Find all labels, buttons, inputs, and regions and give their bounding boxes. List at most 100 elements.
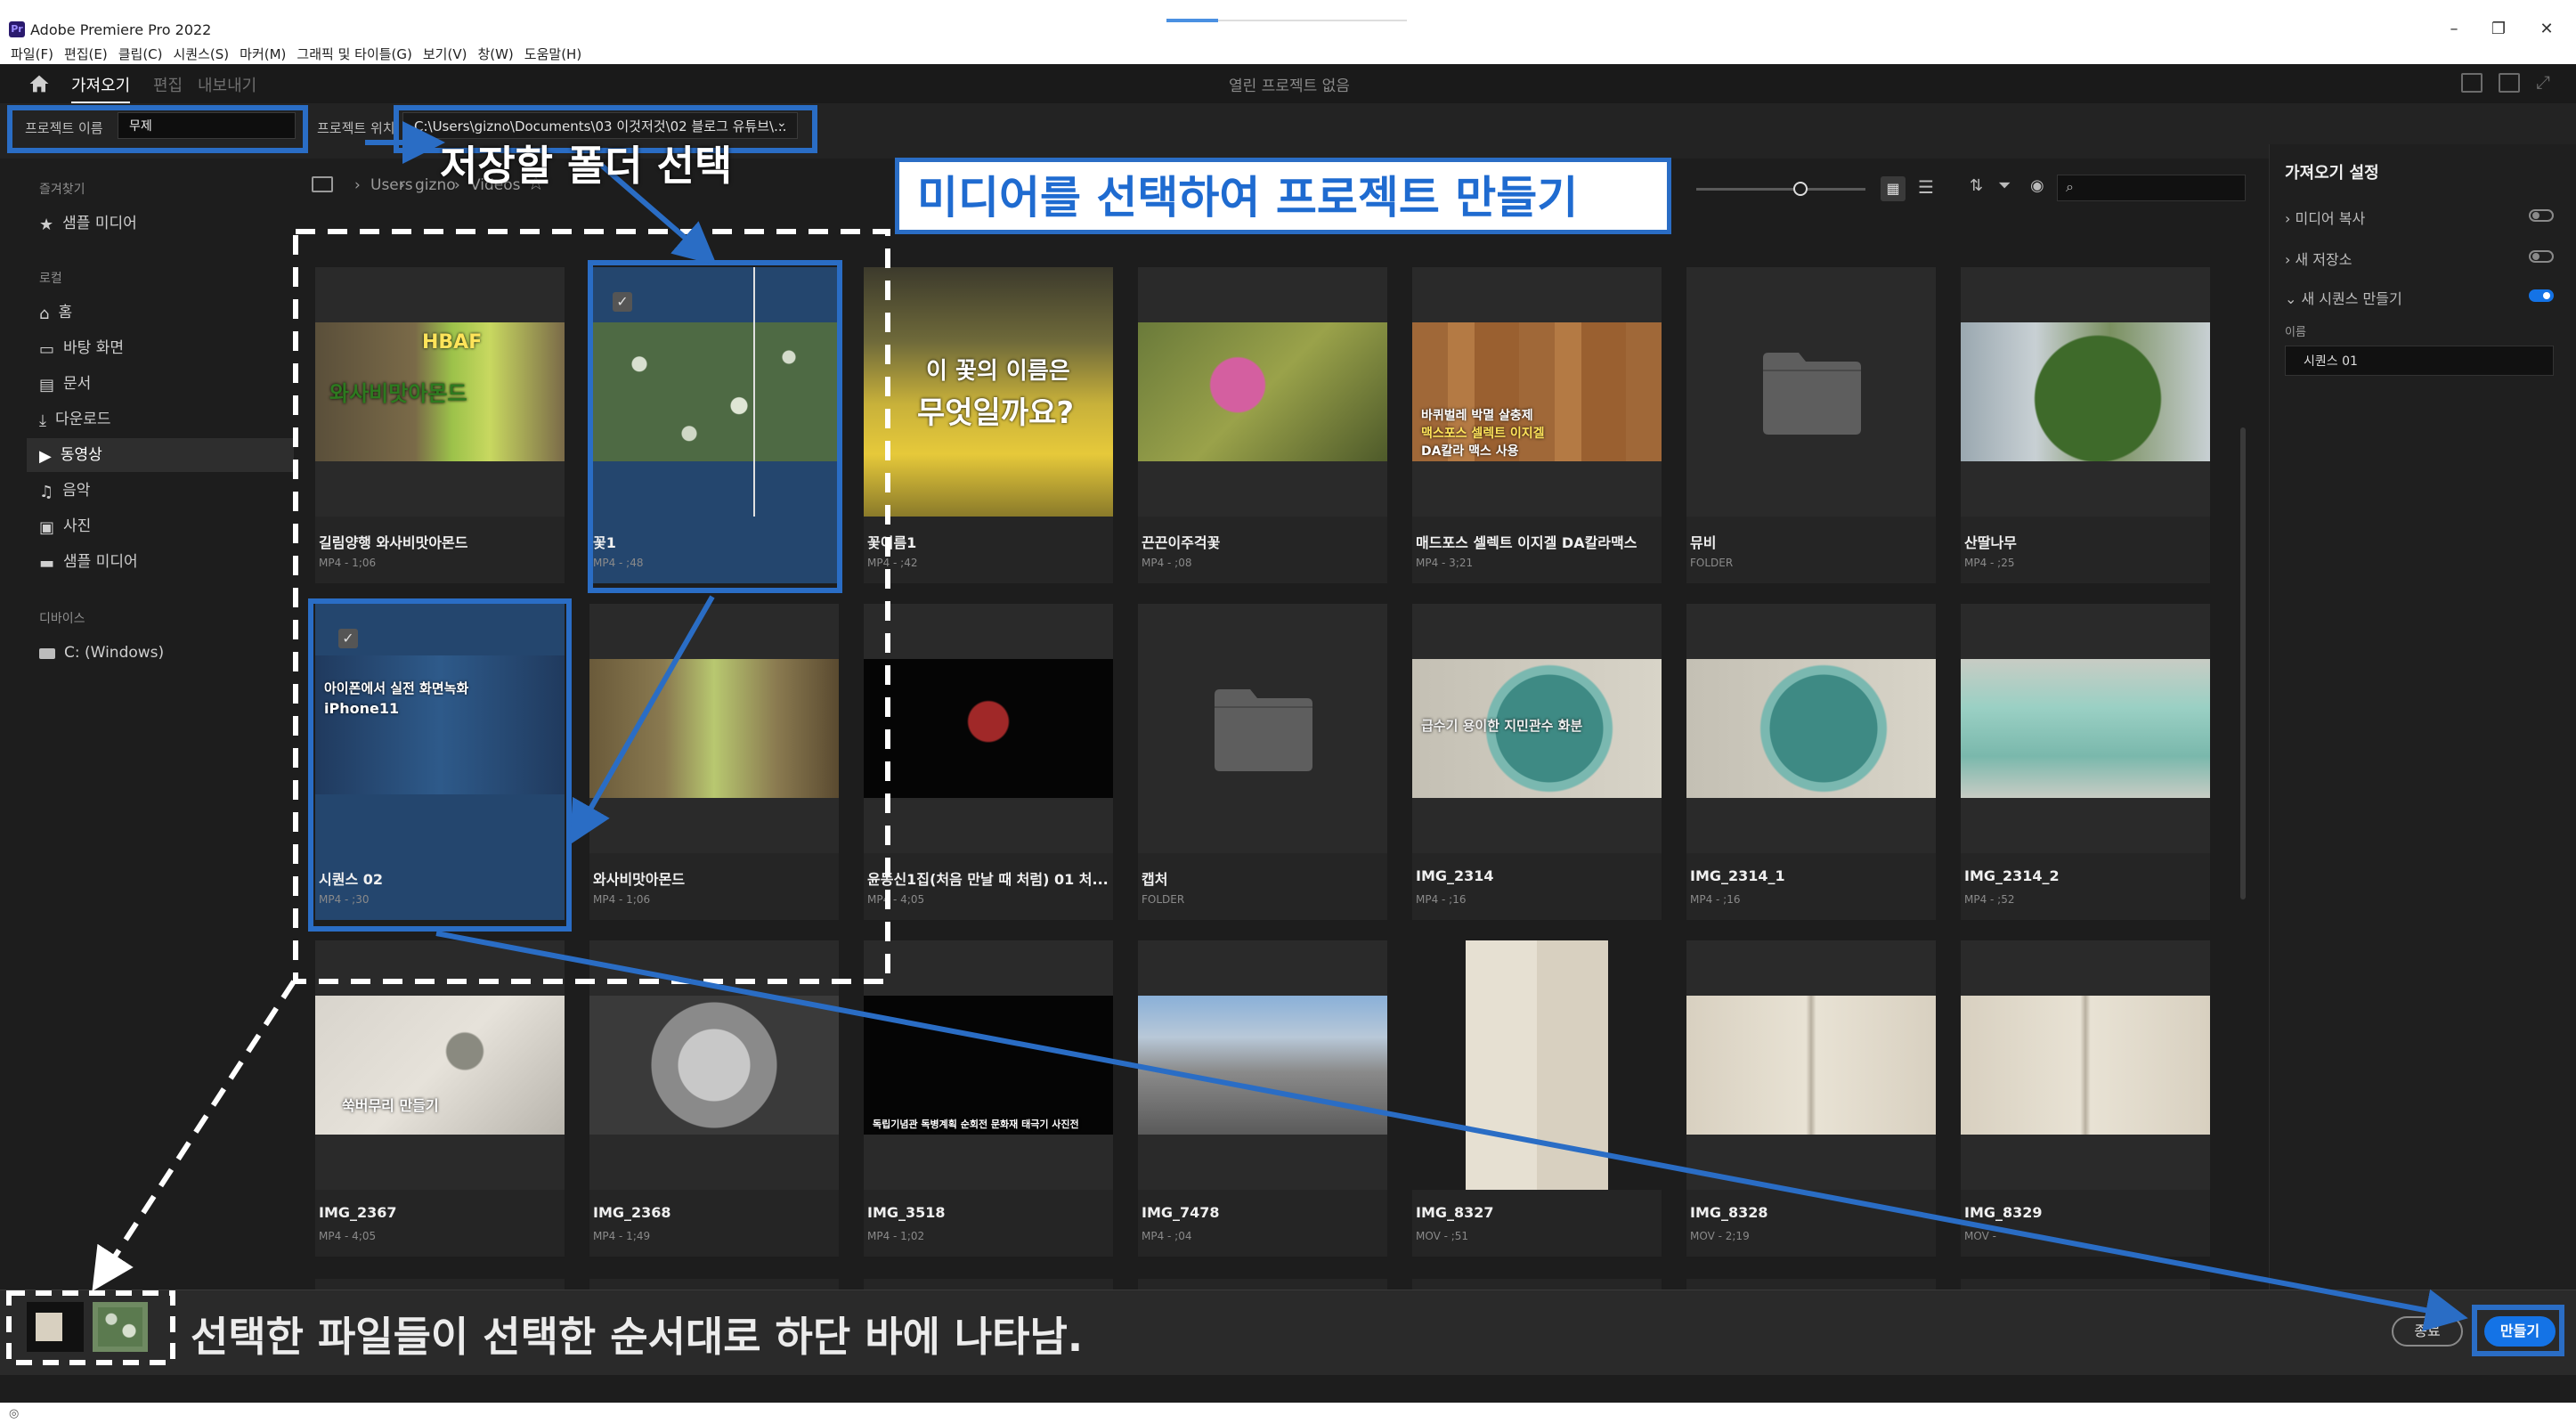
- sidebar-item-6[interactable]: ▣ 사진: [27, 509, 294, 543]
- media-tile-partial[interactable]: [1412, 1279, 1662, 1290]
- import-setting-row-1[interactable]: › 새 저장소: [2285, 248, 2552, 269]
- import-setting-row-0[interactable]: › 미디어 복사: [2285, 207, 2552, 228]
- media-name: 뮤비: [1690, 534, 1717, 551]
- cancel-button[interactable]: 종료: [2392, 1316, 2463, 1347]
- fullscreen-icon[interactable]: ⤢: [2536, 71, 2550, 93]
- media-name: 산딸나무: [1964, 534, 2017, 551]
- menu-item-3[interactable]: 시퀀스(S): [174, 45, 230, 64]
- media-tile-partial[interactable]: [1961, 1279, 2210, 1290]
- home-icon: ⌂: [39, 305, 50, 323]
- media-tile[interactable]: 캡처 FOLDER: [1138, 604, 1387, 920]
- sidebar-item-drive-c[interactable]: C: (Windows): [27, 636, 294, 670]
- media-tile-partial[interactable]: [315, 1279, 565, 1290]
- media-tile[interactable]: 뮤비 FOLDER: [1686, 267, 1936, 583]
- tab-edit[interactable]: 편집: [153, 73, 183, 96]
- sidebar-item-label: 홈: [58, 304, 73, 321]
- scrollbar[interactable]: [2240, 427, 2246, 899]
- media-meta: MOV - ;51: [1416, 1230, 1469, 1242]
- media-tile[interactable]: 독립기념관 독병계획 순회전 문화재 태극기 사진전 IMG_3518 MP4 - …: [864, 940, 1113, 1257]
- media-tile[interactable]: 윤동신1집(처음 만날 때 처럼) 01 처... MP4 - 4;05: [864, 604, 1113, 920]
- chevron-right-icon[interactable]: ›: [2285, 251, 2295, 268]
- media-tile[interactable]: 끈끈이주걱꽃 MP4 - ;08: [1138, 267, 1387, 583]
- toggle-switch[interactable]: [2529, 209, 2554, 222]
- media-tile[interactable]: HBAF 와사비맛아몬드 길림양행 와사비맛아몬드 MP4 - 1;06: [315, 267, 565, 583]
- media-tile-partial[interactable]: [1138, 1279, 1387, 1290]
- menu-item-0[interactable]: 파일(F): [11, 45, 53, 64]
- share-icon[interactable]: [2499, 73, 2520, 93]
- project-title: 열린 프로젝트 없음: [1229, 77, 1350, 95]
- sidebar-item-3[interactable]: ⤓ 다운로드: [27, 403, 294, 436]
- menu-item-4[interactable]: 마커(M): [240, 45, 286, 64]
- grid-view-icon[interactable]: ▦: [1881, 176, 1906, 201]
- menu-item-6[interactable]: 보기(V): [423, 45, 467, 64]
- menu-item-7[interactable]: 창(W): [477, 45, 513, 64]
- sidebar-item-5[interactable]: ♫ 음악: [27, 474, 294, 508]
- tab-import[interactable]: 가져오기: [71, 73, 131, 103]
- chevron-down-icon[interactable]: ⌄: [2285, 290, 2302, 307]
- home-icon[interactable]: [27, 71, 52, 96]
- list-view-icon[interactable]: ☰: [1918, 176, 1934, 198]
- tab-export[interactable]: 내보내기: [198, 73, 256, 96]
- media-name: 와사비맛아몬드: [593, 871, 686, 888]
- sort-icon[interactable]: ⇅: [1970, 176, 1983, 195]
- panel-icon[interactable]: [2461, 73, 2483, 93]
- media-tile[interactable]: IMG_8327 MOV - ;51: [1412, 940, 1662, 1257]
- menu-item-8[interactable]: 도움말(H): [524, 45, 581, 64]
- project-name-input[interactable]: 무제: [118, 112, 296, 139]
- menu-item-1[interactable]: 편집(E): [64, 45, 108, 64]
- media-tile-partial[interactable]: [1686, 1279, 1936, 1290]
- media-thumbnail: HBAF 와사비맛아몬드: [315, 322, 565, 461]
- chevron-down-icon[interactable]: ⌄: [776, 116, 787, 130]
- media-tile[interactable]: IMG_2314_2 MP4 - ;52: [1961, 604, 2210, 920]
- media-tile-partial[interactable]: [589, 1279, 839, 1290]
- chevron-right-icon[interactable]: ›: [2285, 210, 2295, 227]
- thumbnail-caption: 이 꽃의 이름은: [926, 358, 1070, 385]
- menu-item-2[interactable]: 클립(C): [118, 45, 163, 64]
- toggle-switch[interactable]: [2529, 250, 2554, 263]
- sequence-name-input[interactable]: 시퀀스 01: [2285, 346, 2554, 376]
- sidebar-item-sample-media[interactable]: ★ 샘플 미디어: [27, 207, 294, 240]
- media-tile[interactable]: IMG_8328 MOV - 2;19: [1686, 940, 1936, 1257]
- media-thumbnail: [1138, 322, 1387, 461]
- media-tile[interactable]: 와사비맛아몬드 MP4 - 1;06: [589, 604, 839, 920]
- media-meta: MP4 - 4;05: [867, 893, 925, 906]
- media-thumbnail: 바퀴벌레 박멸 살충제 맥스포스 셀렉트 이지겔 DA칼라 맥스 사용: [1412, 322, 1662, 461]
- media-tile-partial[interactable]: [864, 1279, 1113, 1290]
- sidebar-item-4[interactable]: ▶ 동영상: [27, 438, 294, 472]
- drive-icon: [39, 648, 55, 659]
- media-tile[interactable]: 이 꽃의 이름은 무엇일까요? 꽃이름1 MP4 - ;42: [864, 267, 1113, 583]
- slider-handle[interactable]: [1793, 182, 1808, 196]
- toggle-switch[interactable]: [2529, 289, 2554, 302]
- minimize-icon[interactable]: –: [2436, 16, 2472, 43]
- sidebar-item-1[interactable]: ▭ 바탕 화면: [27, 331, 294, 365]
- media-thumbnail: [589, 659, 839, 798]
- sidebar-item-2[interactable]: ▤ 문서: [27, 367, 294, 401]
- tray-thumb-1[interactable]: [27, 1302, 84, 1352]
- sidebar-item-7[interactable]: ▬ 샘플 미디어: [27, 545, 294, 579]
- media-tile[interactable]: IMG_7478 MP4 - ;04: [1138, 940, 1387, 1257]
- media-tile[interactable]: IMG_2314_1 MP4 - ;16: [1686, 604, 1936, 920]
- menu-item-5[interactable]: 그래픽 및 타이틀(G): [297, 45, 411, 64]
- media-tile[interactable]: 바퀴벌레 박멸 살충제 맥스포스 셀렉트 이지겔 DA칼라 맥스 사용매드포스 셀렉…: [1412, 267, 1662, 583]
- media-tile[interactable]: 급수기 용이한 지민관수 화분 IMG_2314 MP4 - ;16: [1412, 604, 1662, 920]
- media-meta: MOV - 2;19: [1690, 1230, 1750, 1242]
- import-setting-row-2[interactable]: ⌄ 새 시퀀스 만들기: [2285, 287, 2552, 308]
- close-icon[interactable]: ✕: [2529, 16, 2564, 43]
- media-meta: MP4 - 1;02: [867, 1230, 925, 1242]
- search-input[interactable]: [2057, 175, 2246, 201]
- media-tile[interactable]: 산딸나무 MP4 - ;25: [1961, 267, 2210, 583]
- filter-icon[interactable]: ⏷: [1998, 176, 2011, 195]
- create-button[interactable]: 만들기: [2484, 1316, 2556, 1347]
- media-meta: MP4 - ;16: [1416, 893, 1467, 906]
- thumbnail-size-slider[interactable]: [1696, 188, 1865, 191]
- media-name: 매드포스 셀렉트 이지겔 DA칼라맥스: [1416, 534, 1637, 551]
- tray-thumb-2[interactable]: [93, 1302, 148, 1352]
- restore-icon[interactable]: ❐: [2481, 16, 2516, 43]
- view-icon[interactable]: ◉: [2030, 176, 2044, 195]
- media-tile[interactable]: IMG_2368 MP4 - 1;49: [589, 940, 839, 1257]
- media-tile[interactable]: IMG_8329 MOV -: [1961, 940, 2210, 1257]
- breadcrumb-users[interactable]: Users: [370, 176, 413, 194]
- sidebar-item-0[interactable]: ⌂ 홈: [27, 296, 294, 330]
- folder-nav-icon[interactable]: [312, 176, 333, 192]
- media-tile[interactable]: 쑥버무리 만들기 IMG_2367 MP4 - 4;05: [315, 940, 565, 1257]
